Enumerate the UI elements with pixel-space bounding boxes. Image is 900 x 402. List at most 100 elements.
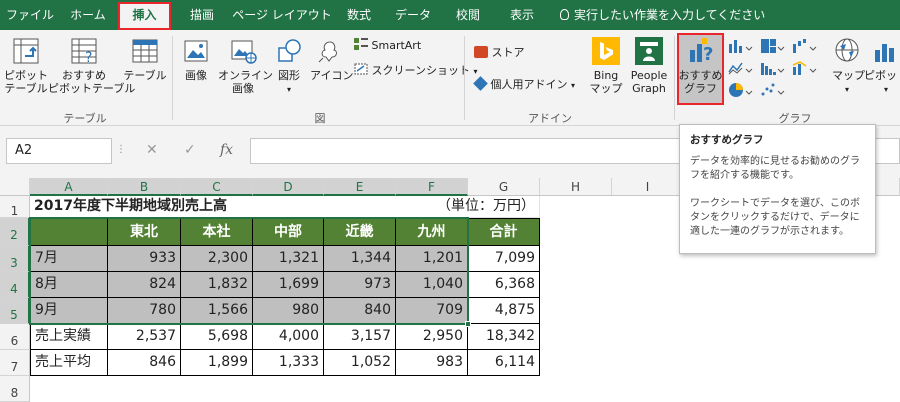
sheet-title[interactable]: 2017年度下半期地域別売上高 [30, 196, 396, 218]
scatter-chart-icon[interactable] [760, 82, 786, 98]
data-cell[interactable]: 1,832 [181, 272, 253, 298]
screenshot-button[interactable]: スクリーンショット ▾ [354, 62, 477, 78]
tab-draw[interactable]: 描画 [176, 0, 228, 30]
data-cell[interactable]: 973 [324, 272, 396, 298]
tell-me-box[interactable]: 実行したい作業を入力してください [560, 0, 765, 30]
column-header[interactable]: C [181, 178, 253, 196]
row-header[interactable]: 7 [0, 350, 30, 376]
data-cell[interactable]: 2,537 [108, 324, 181, 350]
name-box[interactable]: A2 [6, 138, 112, 164]
header-cell[interactable]: 近畿 [324, 218, 396, 246]
data-cell[interactable]: 780 [108, 298, 181, 324]
header-cell[interactable]: 中部 [253, 218, 324, 246]
row-header[interactable]: 6 [0, 324, 30, 350]
header-cell[interactable] [30, 218, 108, 246]
header-cell[interactable]: 東北 [108, 218, 181, 246]
header-cell[interactable]: 九州 [396, 218, 468, 246]
row-label-cell[interactable]: 売上平均 [30, 350, 108, 376]
recommended-charts-button[interactable]: ? おすすめ グラフ [677, 36, 724, 95]
people-graph-button[interactable]: People Graph [626, 36, 672, 95]
header-cell[interactable]: 合計 [468, 218, 540, 246]
data-cell[interactable]: 2,300 [181, 246, 253, 272]
data-cell[interactable]: 846 [108, 350, 181, 376]
statistic-chart-icon[interactable] [760, 60, 786, 76]
data-cell[interactable]: 1,321 [253, 246, 324, 272]
row-header[interactable]: 3 [0, 246, 30, 272]
data-cell[interactable]: 5,698 [181, 324, 253, 350]
unit-label[interactable]: （単位：万円） [396, 196, 540, 218]
picture-button[interactable]: 画像 [176, 36, 216, 82]
header-cell[interactable]: 本社 [181, 218, 253, 246]
row-header[interactable]: 4 [0, 272, 30, 298]
tab-insert[interactable]: 挿入 [118, 2, 171, 30]
pivot-table-button[interactable]: ピボット テーブル [2, 36, 50, 95]
row-label-cell[interactable]: 8月 [30, 272, 108, 298]
tab-page-layout[interactable]: ページ レイアウト [232, 0, 332, 30]
icons-button[interactable]: アイコン [310, 36, 353, 82]
enter-icon[interactable]: ✓ [184, 142, 196, 158]
smartart-button[interactable]: SmartArt [354, 38, 421, 52]
table-button[interactable]: テーブル [122, 36, 168, 82]
row-label-cell[interactable]: 7月 [30, 246, 108, 272]
line-chart-icon[interactable] [728, 60, 754, 76]
waterfall-chart-icon[interactable] [792, 38, 818, 54]
row-header[interactable]: 5 [0, 298, 30, 324]
name-box-dropdown-icon[interactable]: ⋮ [116, 144, 126, 155]
column-header[interactable]: E [324, 178, 396, 196]
my-addins-button[interactable]: 個人用アドイン ▾ [473, 76, 575, 92]
tab-review[interactable]: 校閲 [444, 0, 492, 30]
row-label-cell[interactable]: 売上実績 [30, 324, 108, 350]
data-cell[interactable]: 1,899 [181, 350, 253, 376]
shapes-button[interactable]: 図形 ▾ [270, 36, 308, 96]
data-cell[interactable]: 1,201 [396, 246, 468, 272]
cancel-icon[interactable]: ✕ [146, 142, 158, 158]
bing-maps-button[interactable]: Bing マップ [586, 36, 626, 95]
hierarchy-chart-icon[interactable] [760, 38, 786, 54]
data-cell[interactable]: 2,950 [396, 324, 468, 350]
total-cell[interactable]: 18,342 [468, 324, 540, 350]
total-cell[interactable]: 4,875 [468, 298, 540, 324]
data-cell[interactable]: 824 [108, 272, 181, 298]
row-header[interactable]: 2 [0, 218, 30, 246]
column-header[interactable]: F [396, 178, 468, 196]
tab-view[interactable]: 表示 [498, 0, 546, 30]
data-cell[interactable]: 1,052 [324, 350, 396, 376]
data-cell[interactable]: 840 [324, 298, 396, 324]
pivot-chart-button[interactable]: ピボット ▾ [864, 36, 900, 96]
data-cell[interactable]: 980 [253, 298, 324, 324]
column-header[interactable]: H [540, 178, 612, 196]
data-cell[interactable]: 1,333 [253, 350, 324, 376]
data-cell[interactable]: 709 [396, 298, 468, 324]
online-picture-button[interactable]: オンライン 画像 [218, 36, 273, 95]
row-header[interactable]: 1 [0, 196, 30, 218]
store-button[interactable]: ストア [474, 44, 525, 60]
data-cell[interactable]: 983 [396, 350, 468, 376]
data-cell[interactable]: 1,699 [253, 272, 324, 298]
data-cell[interactable]: 1,040 [396, 272, 468, 298]
tab-file[interactable]: ファイル [4, 0, 56, 30]
row-header[interactable]: 8 [0, 376, 30, 402]
data-cell[interactable]: 1,344 [324, 246, 396, 272]
column-header[interactable]: A [30, 178, 108, 196]
column-header[interactable]: G [468, 178, 540, 196]
tab-home[interactable]: ホーム [62, 0, 114, 30]
column-chart-icon[interactable] [728, 38, 754, 54]
data-cell[interactable]: 1,566 [181, 298, 253, 324]
tab-formulas[interactable]: 数式 [336, 0, 382, 30]
fill-handle[interactable] [465, 321, 471, 327]
column-header[interactable]: D [253, 178, 324, 196]
pie-chart-icon[interactable] [728, 82, 754, 98]
recommended-pivot-button[interactable]: ? おすすめ ピボットテーブル [48, 36, 135, 95]
combo-chart-icon[interactable] [792, 60, 818, 76]
data-cell[interactable]: 933 [108, 246, 181, 272]
column-header[interactable]: I [612, 178, 684, 196]
select-all-corner[interactable] [0, 178, 30, 196]
total-cell[interactable]: 6,368 [468, 272, 540, 298]
tab-data[interactable]: データ [388, 0, 438, 30]
row-label-cell[interactable]: 9月 [30, 298, 108, 324]
data-cell[interactable]: 4,000 [253, 324, 324, 350]
maps-button[interactable]: マップ ▾ [832, 36, 865, 96]
total-cell[interactable]: 6,114 [468, 350, 540, 376]
column-header[interactable]: B [108, 178, 181, 196]
total-cell[interactable]: 7,099 [468, 246, 540, 272]
